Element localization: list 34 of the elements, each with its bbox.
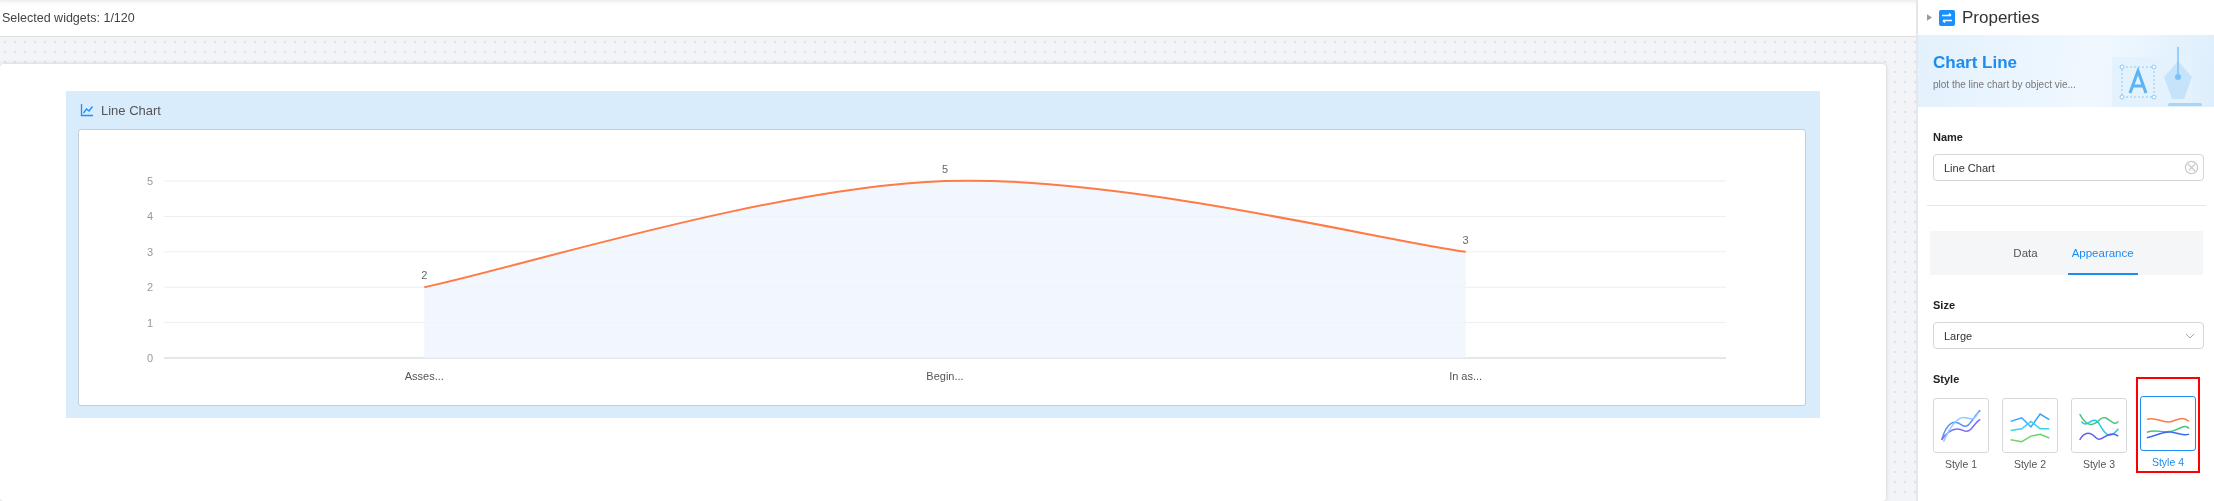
x-axis-label: Begin... xyxy=(926,370,964,382)
y-axis-label: 3 xyxy=(146,245,153,258)
chart-widget[interactable]: Line Chart 0 1 2 3 4 5 Asses... Begin... In as... 2 5 3 xyxy=(66,91,1820,418)
field-label: Name xyxy=(1933,131,1964,143)
field-label: Size xyxy=(1933,299,1956,311)
properties-icon xyxy=(1939,9,1955,26)
panel-title: Properties xyxy=(1962,7,2040,28)
style-label: Style 3 xyxy=(2082,458,2116,470)
banner-subtitle: plot the line chart by object vie... xyxy=(1933,78,2076,90)
x-axis-label: Asses... xyxy=(404,370,444,382)
widget-title: Line Chart xyxy=(101,102,161,118)
name-field[interactable]: Line Chart xyxy=(1933,154,2204,181)
y-axis-label: 5 xyxy=(146,175,153,187)
size-dropdown[interactable]: Large xyxy=(1933,322,2204,349)
y-axis-label: 1 xyxy=(146,316,153,329)
selection-count: Selected widgets: 1/120 xyxy=(2,11,135,25)
style-label: Style 1 xyxy=(1944,458,1978,470)
data-label: 3 xyxy=(1462,233,1469,246)
field-label: Style xyxy=(1933,373,1961,385)
chevron-down-icon xyxy=(2185,332,2195,339)
expand-caret-icon[interactable] xyxy=(1927,14,1932,21)
clear-icon[interactable] xyxy=(2184,160,2199,175)
line-chart-icon xyxy=(80,103,94,117)
y-axis-label: 0 xyxy=(146,352,153,364)
banner-title: Chart Line xyxy=(1933,52,2019,73)
y-axis-label: 2 xyxy=(146,281,153,294)
y-axis-label: 4 xyxy=(146,210,153,223)
x-axis-label: In as... xyxy=(1449,370,1483,382)
style-label: Style 4 xyxy=(2151,456,2185,468)
data-label: 2 xyxy=(421,269,428,282)
style-thumbnail[interactable] xyxy=(2140,396,2196,451)
style-label: Style 2 xyxy=(2013,458,2047,470)
data-label: 5 xyxy=(941,163,949,175)
tab[interactable]: Data xyxy=(2009,233,2042,275)
